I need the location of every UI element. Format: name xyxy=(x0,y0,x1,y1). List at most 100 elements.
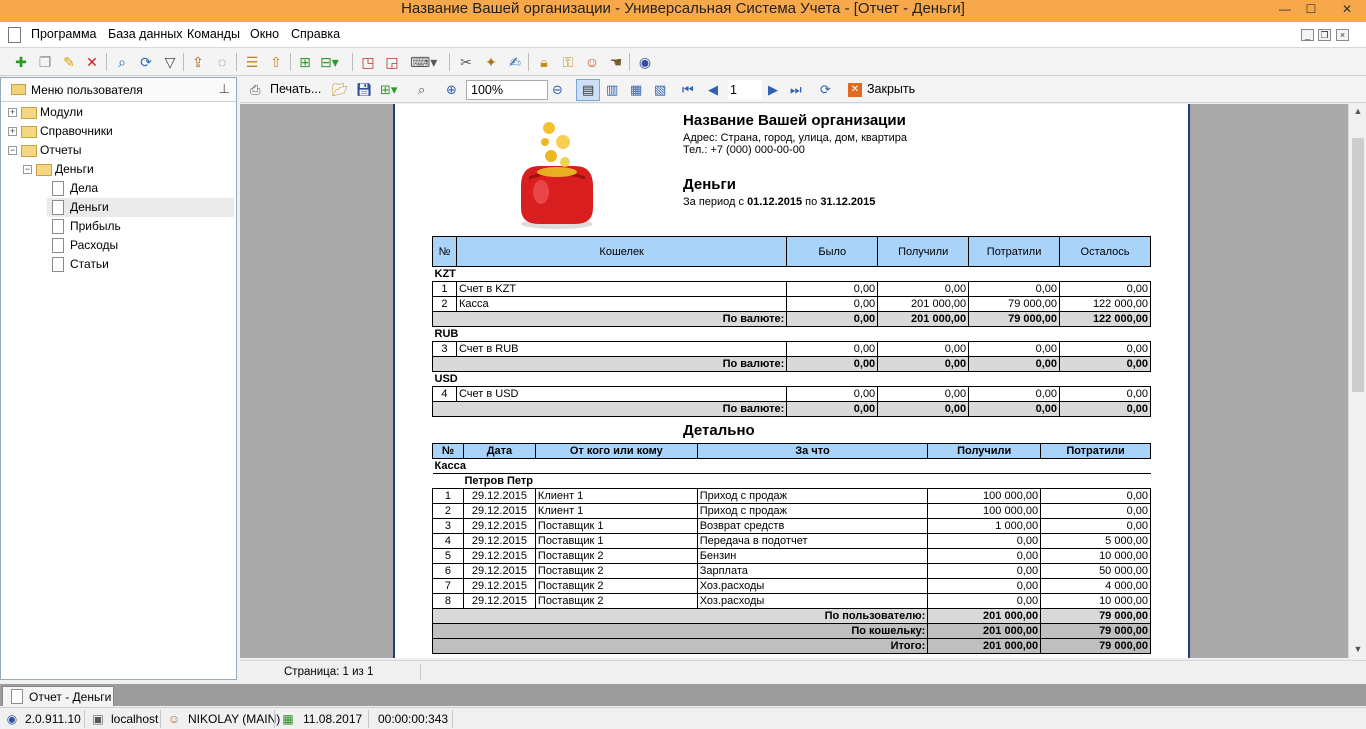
tree-item-expenses[interactable]: Расходы xyxy=(1,236,236,255)
copy-icon[interactable]: ❐ xyxy=(36,53,54,71)
tree-item-label: Прибыль xyxy=(70,219,121,233)
tools-icon[interactable]: ✂ xyxy=(457,53,475,71)
report-page-icon xyxy=(52,238,64,253)
add-icon[interactable]: ✚ xyxy=(12,53,30,71)
expand-icon[interactable]: + xyxy=(8,127,17,136)
organization-phone: Тел.: +7 (000) 000-00-00 xyxy=(683,144,805,156)
table-cell: Касса xyxy=(455,296,788,312)
table-cell: 0,00 xyxy=(877,386,970,402)
lock-icon[interactable]: 🔒︎ xyxy=(535,53,553,71)
close-report-button[interactable]: Закрыть xyxy=(867,82,915,96)
find-icon[interactable]: ⌕ xyxy=(113,53,131,71)
pin-icon[interactable]: ⊥ xyxy=(219,81,230,97)
table-cell: 0,00 xyxy=(968,386,1061,402)
tree-icon[interactable]: ☰ xyxy=(243,53,261,71)
user-group-row: Петров Петр xyxy=(432,473,1151,489)
mdi-close-icon[interactable]: × xyxy=(1336,29,1349,41)
table-cell: Поставщик 1 xyxy=(534,518,698,534)
panel-title: Меню пользователя xyxy=(31,83,143,97)
note-icon[interactable]: ✍ xyxy=(506,53,524,71)
scroll-thumb[interactable] xyxy=(1352,138,1364,392)
menu-window[interactable]: Окно xyxy=(250,27,279,41)
menu-database[interactable]: База данных xyxy=(108,27,182,41)
menu-program[interactable]: Программа xyxy=(31,27,97,41)
table-cell: 1 000,00 xyxy=(927,518,1042,534)
wand-icon[interactable]: ✦ xyxy=(482,53,500,71)
preview-icon[interactable]: ⌕ xyxy=(418,81,425,99)
tree-item-label: Отчеты xyxy=(40,143,82,157)
tab-label: Отчет - Деньги xyxy=(29,690,112,704)
import-menu-icon[interactable]: ⊟▾ xyxy=(320,53,339,71)
mdi-restore-icon[interactable]: ❐ xyxy=(1318,29,1331,41)
tree-item-money-report[interactable]: Деньги xyxy=(47,198,234,217)
title-bar: Название Вашей организации - Универсальн… xyxy=(0,0,1366,22)
refresh-report-icon[interactable]: ⟳ xyxy=(820,81,831,99)
two-pages-icon[interactable]: ▥ xyxy=(606,81,618,99)
refresh-icon[interactable]: ⟳ xyxy=(137,53,155,71)
table-cell: 2 xyxy=(432,296,457,312)
zoom-in-icon[interactable]: ⊕ xyxy=(446,81,457,99)
expand-icon[interactable]: + xyxy=(8,108,17,117)
maximize-button[interactable]: ☐ xyxy=(1298,0,1324,20)
collapse-icon[interactable]: − xyxy=(23,165,32,174)
zoom-out-icon[interactable]: ⊖ xyxy=(552,81,563,99)
menu-help[interactable]: Справка xyxy=(291,27,340,41)
help-icon[interactable]: ◉ xyxy=(636,53,654,71)
page-setup-icon[interactable]: ▦ xyxy=(630,81,642,99)
menu-commands[interactable]: Команды xyxy=(187,27,240,41)
wallet-label: Касса xyxy=(432,458,1151,474)
import-icon[interactable]: ⊞ xyxy=(296,53,314,71)
next-page-icon[interactable]: ▶ xyxy=(768,81,778,99)
tree-item-articles[interactable]: Статьи xyxy=(1,255,236,274)
user-icon: ☺ xyxy=(167,712,181,726)
column-header: № xyxy=(432,443,464,459)
scroll-up-icon[interactable]: ▲ xyxy=(1349,106,1366,116)
tree-item-reports[interactable]: − Отчеты xyxy=(1,141,236,160)
printer-icon[interactable]: ⎙ xyxy=(250,81,260,99)
tab-money-report[interactable]: Отчет - Деньги xyxy=(2,686,114,706)
mdi-minimize-icon[interactable]: _ xyxy=(1301,29,1314,41)
hand-icon[interactable]: ☚ xyxy=(607,53,625,71)
edit-page-icon[interactable]: ▧ xyxy=(654,81,666,99)
export-menu-icon[interactable]: ⊞▾ xyxy=(380,81,397,99)
collapse-icon[interactable]: − xyxy=(8,146,17,155)
vertical-scrollbar[interactable]: ▲ ▼ xyxy=(1348,104,1366,658)
tree-item-profit[interactable]: Прибыль xyxy=(1,217,236,236)
tree-item-modules[interactable]: + Модули xyxy=(1,103,236,122)
print-button[interactable]: Печать... xyxy=(270,82,321,96)
tree-up-icon[interactable]: ⇧ xyxy=(267,53,285,71)
folder-icon xyxy=(21,107,37,119)
close-window-icon[interactable]: ◲ xyxy=(383,53,401,71)
comment-icon[interactable]: ◌ xyxy=(213,53,231,71)
edit-icon[interactable]: ✎ xyxy=(60,53,78,71)
tree-item-affairs[interactable]: Дела xyxy=(1,179,236,198)
delete-icon[interactable]: ✕ xyxy=(83,53,101,71)
new-window-icon[interactable]: ◳ xyxy=(359,53,377,71)
save-icon[interactable]: 💾︎ xyxy=(356,81,373,99)
table-cell: 0,00 xyxy=(927,593,1042,609)
open-icon[interactable]: 📂︎ xyxy=(332,81,349,99)
table-cell: 29.12.2015 xyxy=(462,518,536,534)
first-page-icon[interactable]: ⏮ xyxy=(682,81,694,99)
table-row: 3 Счет в RUB 0,00 0,00 0,00 0,00 xyxy=(432,341,1151,357)
user-menu-panel: Меню пользователя ⊥ + Модули + Справочни… xyxy=(0,77,237,680)
page-number-input[interactable] xyxy=(728,80,762,100)
users-icon[interactable]: ☺ xyxy=(583,53,601,71)
table-cell: Клиент 1 xyxy=(534,488,698,504)
prev-page-icon[interactable]: ◀ xyxy=(708,81,718,99)
filter-icon[interactable]: ▽ xyxy=(161,53,179,71)
zoom-select[interactable] xyxy=(466,80,548,100)
report-page-icon xyxy=(52,200,64,215)
tree-item-directories[interactable]: + Справочники xyxy=(1,122,236,141)
scroll-down-icon[interactable]: ▼ xyxy=(1349,644,1366,654)
key-icon[interactable]: ⚿ xyxy=(559,53,577,71)
last-page-icon[interactable]: ⏭ xyxy=(790,81,802,99)
export-icon[interactable]: ⇪ xyxy=(189,53,207,71)
tree-item-label: Справочники xyxy=(40,124,113,138)
keyboard-icon[interactable]: ⌨▾ xyxy=(410,53,437,71)
tree-item-money-folder[interactable]: − Деньги xyxy=(1,160,236,179)
close-report-icon: ✕ xyxy=(848,83,862,97)
close-window-button[interactable]: ✕ xyxy=(1330,0,1364,20)
report-viewport[interactable]: Название Вашей организации Адрес: Страна… xyxy=(240,104,1348,658)
minimize-button[interactable]: — xyxy=(1272,0,1298,20)
